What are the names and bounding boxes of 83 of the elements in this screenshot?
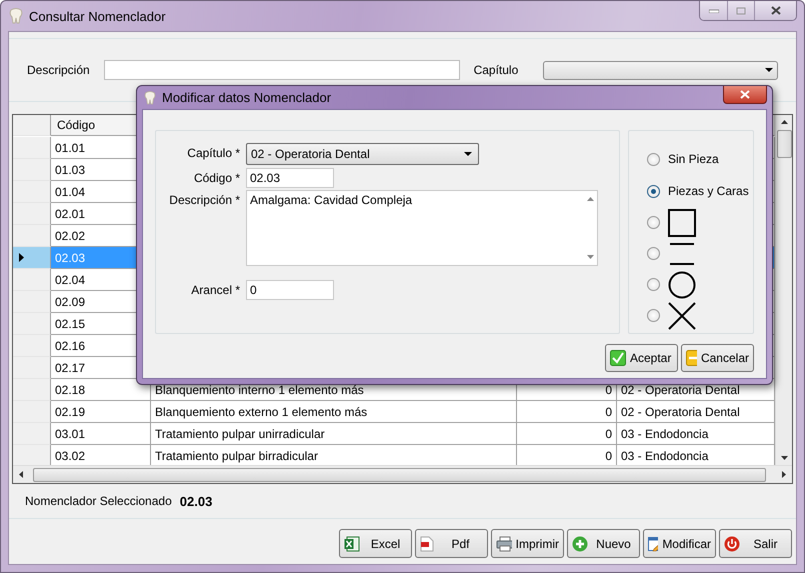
minus-icon [686, 350, 697, 366]
table-cell: 0 [605, 404, 612, 418]
current-row-icon [19, 253, 24, 262]
table-cell: 03 - Endodoncia [621, 426, 708, 440]
scroll-thumb[interactable] [776, 130, 792, 158]
spreadsheet-icon [344, 536, 360, 552]
selection-value: 02.03 [180, 494, 212, 508]
scroll-right-icon [782, 471, 786, 478]
scroll-up-icon [586, 197, 594, 201]
table-cell: 02 - Operatoria Dental [621, 404, 740, 418]
scroll-down-icon [780, 456, 788, 460]
table-cell: 03 - Endodoncia [621, 448, 708, 462]
radio-button[interactable] [647, 184, 660, 198]
plus-icon [572, 536, 588, 552]
caret-icon [464, 152, 472, 156]
chapter-dropdown[interactable] [543, 60, 778, 80]
window-title: Consultar Nomenclador [29, 8, 166, 24]
print-button[interactable]: Imprimir [491, 529, 564, 558]
close-button[interactable] [754, 1, 796, 20]
accept-button[interactable]: Aceptar [605, 344, 678, 372]
printer-icon [496, 536, 512, 552]
radio-button[interactable] [647, 278, 660, 291]
chapter-label: Capítulo [474, 63, 518, 77]
table-cell: 0 [605, 448, 612, 462]
tooth-icon [9, 8, 23, 24]
table-cell: 02 - Operatoria Dental [621, 382, 740, 396]
table-cell: Blanquemiento interno 1 elemento más [155, 382, 364, 396]
table-cell: Tratamiento pulpar birradicular [155, 448, 318, 462]
vertical-scrollbar[interactable] [775, 115, 792, 465]
description-field[interactable] [104, 60, 460, 80]
edit-icon [648, 536, 658, 552]
field-label: Arancel * [190, 282, 240, 297]
cross-icon [668, 302, 696, 330]
corner-header[interactable] [13, 115, 51, 136]
input-field[interactable]: 02.03 [246, 168, 334, 188]
table-cell: Tratamiento pulpar unirradicular [155, 426, 325, 440]
radio-button[interactable] [647, 247, 660, 260]
cancel-button[interactable]: Cancelar [681, 344, 754, 372]
close-icon [740, 90, 750, 99]
edit-button[interactable]: Modificar [643, 529, 716, 558]
maximize-icon [736, 6, 746, 14]
description-field[interactable]: Amalgama: Cavidad Compleja [246, 190, 598, 266]
chapter-dropdown[interactable]: 02 - Operatoria Dental [246, 143, 479, 165]
field-label: Código * [192, 170, 240, 185]
scroll-thumb[interactable] [33, 468, 766, 482]
table-cell: 03.01 [51, 423, 151, 445]
caret-icon [765, 68, 773, 72]
circle-icon [668, 270, 696, 298]
horizontal-scrollbar[interactable] [13, 465, 792, 483]
maximize-button[interactable] [727, 1, 754, 20]
check-icon [610, 350, 626, 366]
table-cell: 0 [605, 426, 612, 440]
dialog-title: Modificar datos Nomenclador [162, 90, 332, 105]
radio-button[interactable] [647, 309, 660, 322]
close-button[interactable] [723, 86, 767, 104]
table-cell: 0 [605, 382, 612, 396]
table-cell: 02.19 [51, 401, 151, 423]
close-icon [770, 6, 780, 15]
scroll-left-icon [19, 471, 23, 478]
scroll-down-icon [586, 255, 594, 259]
radio-button[interactable] [647, 216, 660, 229]
minimize-button[interactable] [700, 1, 727, 20]
pdf-button[interactable]: Pdf [415, 529, 488, 558]
input-field[interactable]: 0 [246, 280, 334, 300]
selection-label: Nomenclador Seleccionado [25, 494, 172, 508]
option-label: Piezas y Caras [668, 184, 749, 198]
table-cell: Blanquemiento externo 1 elemento más [155, 404, 368, 418]
tooth-icon [144, 90, 156, 104]
exit-button[interactable]: Salir [719, 529, 792, 558]
radio-button[interactable] [647, 152, 660, 166]
excel-button[interactable]: Excel [339, 529, 412, 558]
field-label: Capítulo * [186, 145, 240, 160]
lines-icon [668, 242, 696, 264]
field-label: Descripción * [168, 192, 240, 207]
minimize-icon [708, 8, 718, 12]
power-icon [724, 536, 740, 552]
description-label: Descripción [27, 63, 90, 77]
document-icon [420, 536, 434, 552]
option-label: Sin Pieza [668, 152, 719, 166]
scroll-up-icon [780, 120, 788, 124]
row-header[interactable] [13, 247, 51, 269]
square-icon [668, 208, 696, 236]
new-button[interactable]: Nuevo [567, 529, 640, 558]
